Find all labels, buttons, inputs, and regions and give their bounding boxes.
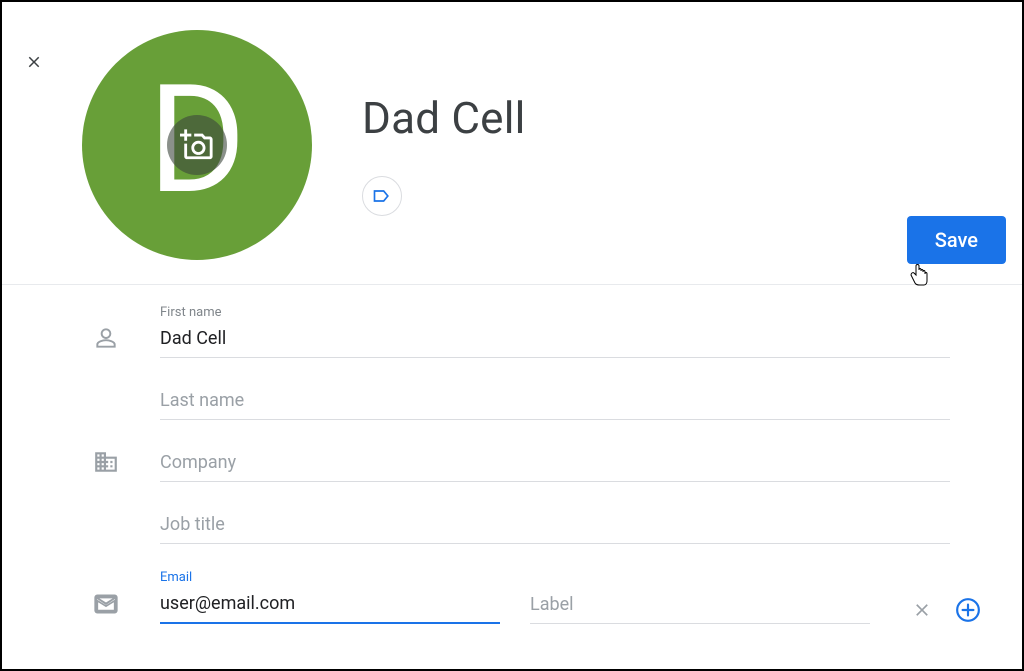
contact-name-title: Dad Cell	[362, 92, 526, 144]
email-row: Email	[92, 570, 982, 624]
first-name-field: First name	[160, 305, 950, 358]
add-circle-icon	[955, 597, 981, 623]
person-icon	[92, 324, 120, 352]
building-icon	[92, 448, 120, 476]
contact-form: First name Email	[2, 285, 1022, 624]
email-input[interactable]	[160, 587, 500, 624]
save-button[interactable]: Save	[907, 216, 1006, 264]
clear-email-button[interactable]	[908, 596, 936, 624]
company-row	[92, 446, 982, 482]
email-icon	[92, 590, 120, 618]
first-name-input[interactable]	[160, 322, 950, 358]
last-name-row	[92, 384, 982, 420]
contact-header: D Dad Cell	[2, 2, 1022, 260]
email-label-field	[530, 588, 870, 624]
name-row: First name	[92, 305, 982, 358]
job-title-field	[160, 508, 950, 544]
header-text: Dad Cell	[362, 30, 526, 216]
last-name-field	[160, 384, 950, 420]
add-label-button[interactable]	[362, 176, 402, 216]
job-title-input[interactable]	[160, 508, 950, 544]
email-label-input[interactable]	[530, 588, 870, 624]
label-icon	[372, 186, 392, 206]
close-icon	[912, 600, 932, 620]
company-input[interactable]	[160, 446, 950, 482]
add-photo-button[interactable]	[167, 115, 227, 175]
email-field: Email	[160, 570, 500, 624]
company-field	[160, 446, 950, 482]
first-name-label: First name	[160, 305, 950, 320]
last-name-input[interactable]	[160, 384, 950, 420]
email-label: Email	[160, 570, 500, 585]
camera-add-icon	[180, 128, 214, 162]
add-email-button[interactable]	[954, 596, 982, 624]
avatar-container: D	[82, 30, 312, 260]
job-title-row	[92, 508, 982, 544]
email-row-actions	[908, 596, 982, 624]
